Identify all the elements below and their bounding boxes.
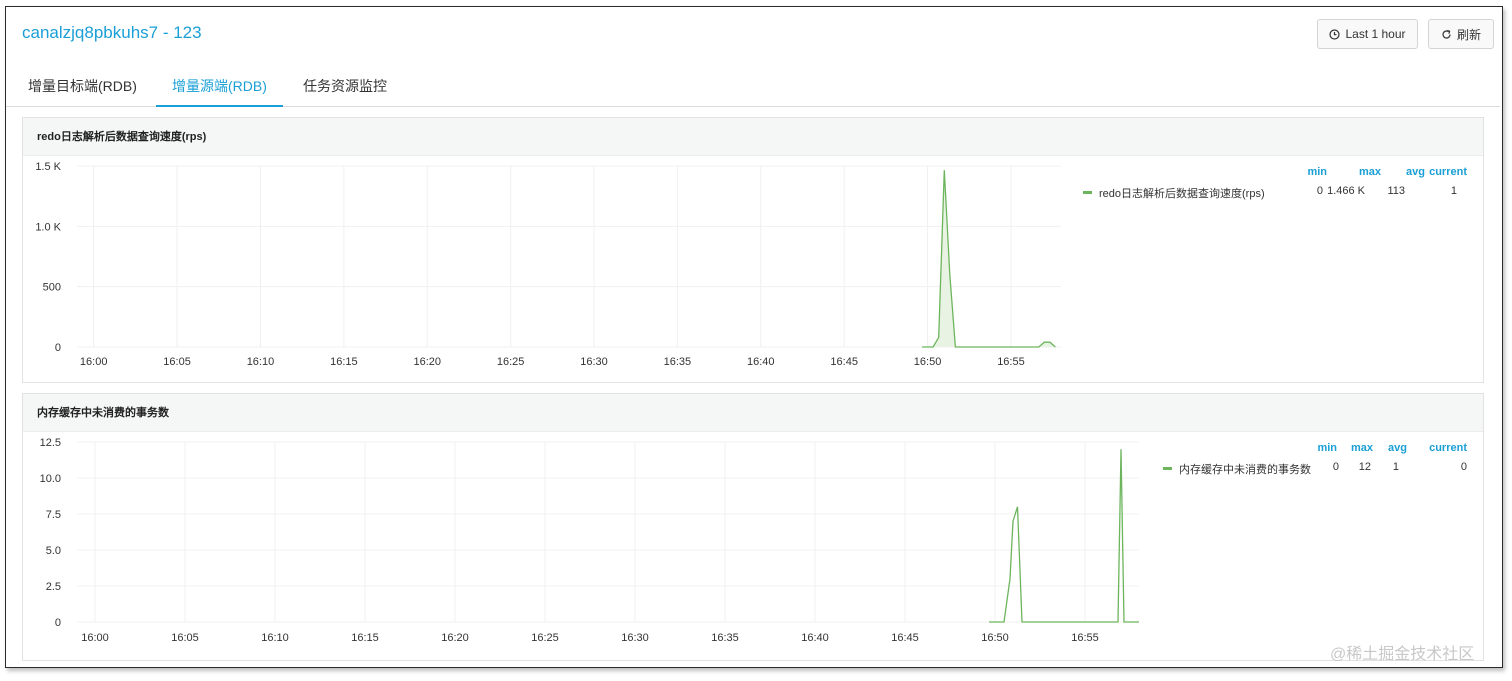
x-tick-label: 16:00 (81, 632, 109, 644)
y-tick-label: 10.0 (40, 473, 61, 485)
legend-series-name[interactable]: 内存缓存中未消费的事务数 (1179, 461, 1311, 477)
x-tick-label: 16:40 (801, 632, 829, 644)
x-tick-label: 16:10 (261, 632, 289, 644)
legend-value-avg: 113 (1387, 185, 1405, 197)
tab-incremental-target[interactable]: 增量目标端(RDB) (12, 67, 153, 107)
y-tick-label: 12.5 (40, 437, 61, 449)
x-tick-label: 16:15 (330, 356, 358, 368)
y-tick-label: 500 (43, 282, 61, 294)
tab-bar: 增量目标端(RDB) 增量源端(RDB) 任务资源监控 (6, 67, 1500, 107)
x-tick-label: 16:25 (497, 356, 525, 368)
y-tick-label: 7.5 (46, 509, 61, 521)
legend-swatch (1083, 191, 1092, 194)
legend-header-current: current (1429, 166, 1467, 178)
legend-header-min: min (1317, 442, 1337, 454)
panel-title: redo日志解析后数据查询速度(rps) (23, 118, 1483, 156)
window-frame: canalzjq8pbkuhs7 - 123 Last 1 hour 刷新 增量… (5, 6, 1503, 668)
series-line (989, 449, 1139, 623)
legend-header-avg: avg (1388, 442, 1407, 454)
y-tick-label: 1.5 K (35, 161, 61, 173)
x-tick-label: 16:20 (413, 356, 441, 368)
refresh-icon (1441, 29, 1452, 40)
y-tick-label: 1.0 K (35, 221, 61, 233)
refresh-label: 刷新 (1456, 27, 1481, 42)
x-tick-label: 16:00 (80, 356, 108, 368)
x-tick-label: 16:30 (580, 356, 608, 368)
clock-icon (1329, 28, 1341, 40)
legend-header-current: current (1429, 442, 1467, 454)
x-tick-label: 16:45 (830, 356, 858, 368)
legend-value-min: 0 (1332, 461, 1339, 473)
x-tick-label: 16:05 (163, 356, 191, 368)
x-tick-label: 16:55 (997, 356, 1025, 368)
y-tick-label: 2.5 (46, 581, 61, 593)
x-tick-label: 16:45 (891, 632, 919, 644)
watermark: @稀土掘金技术社区 (1330, 646, 1475, 663)
panel-unconsumed-transactions: 内存缓存中未消费的事务数 0 2.5 5.0 7.5 10.0 12.5 16:00 16:0… (22, 393, 1484, 661)
legend-value-avg: 1 (1392, 461, 1399, 473)
y-tick-label: 5.0 (46, 545, 61, 557)
x-tick-label: 16:50 (981, 632, 1009, 644)
legend-series-name[interactable]: redo日志解析后数据查询速度(rps) (1099, 185, 1265, 201)
time-range-button[interactable]: Last 1 hour (1317, 19, 1418, 49)
legend-value-max: 12 (1358, 461, 1371, 473)
panel-title: 内存缓存中未消费的事务数 (23, 394, 1483, 432)
x-tick-label: 16:20 (441, 632, 469, 644)
series-area (922, 170, 1056, 347)
x-tick-label: 16:35 (664, 356, 692, 368)
x-tick-label: 16:35 (711, 632, 739, 644)
page-title: canalzjq8pbkuhs7 - 123 (22, 23, 202, 42)
panel-redo-query-speed: redo日志解析后数据查询速度(rps) 0 500 1.0 K 1.5 K 16:00… (22, 117, 1484, 383)
legend-redo-query-speed: min max avg current redo日志解析后数据查询速度(rps)… (1073, 166, 1467, 206)
time-range-label: Last 1 hour (1345, 27, 1406, 41)
legend-value-current: 0 (1460, 461, 1467, 473)
x-tick-label: 16:40 (747, 356, 775, 368)
y-tick-label: 0 (55, 342, 61, 354)
legend-header-max: max (1358, 166, 1381, 178)
x-tick-label: 16:15 (351, 632, 379, 644)
x-tick-label: 16:05 (171, 632, 199, 644)
x-tick-label: 16:25 (531, 632, 559, 644)
tab-task-resource-monitor[interactable]: 任务资源监控 (287, 67, 403, 107)
legend-value-max: 1.466 K (1327, 185, 1365, 197)
legend-header-min: min (1307, 166, 1327, 178)
refresh-button[interactable]: 刷新 (1428, 19, 1494, 49)
x-tick-label: 16:55 (1071, 632, 1099, 644)
x-tick-label: 16:50 (914, 356, 942, 368)
y-tick-label: 0 (55, 617, 61, 629)
x-tick-label: 16:30 (621, 632, 649, 644)
x-tick-label: 16:10 (247, 356, 275, 368)
legend-swatch (1163, 467, 1172, 470)
tab-incremental-source[interactable]: 增量源端(RDB) (156, 67, 283, 107)
legend-value-current: 1 (1450, 185, 1457, 197)
legend-unconsumed-transactions: min max avg current 内存缓存中未消费的事务数 0 12 1 … (1153, 442, 1467, 482)
